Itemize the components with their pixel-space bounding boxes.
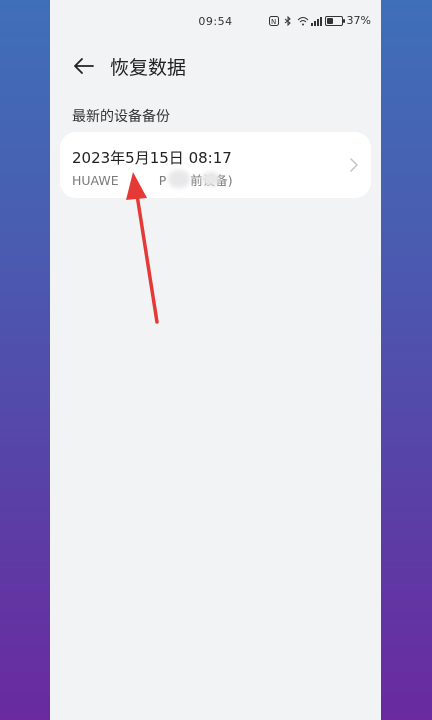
wifi-icon <box>297 16 308 26</box>
back-button[interactable] <box>64 48 104 84</box>
device-name-mid: P <box>158 173 167 188</box>
phone-screen: 09:54 N 37% 恢复数据 最新的设备备份 2023年5月15日 08:1… <box>50 0 381 720</box>
backup-date: 2023年5月15日 08:17 <box>72 149 232 167</box>
page-title: 恢复数据 <box>110 56 187 79</box>
backup-list-item[interactable]: 2023年5月15日 08:17 HUAWEP前设备) <box>60 132 371 198</box>
nfc-icon: N <box>268 15 279 26</box>
redaction-blur <box>202 172 220 186</box>
redaction-blur <box>168 170 190 188</box>
status-bar: 09:54 N 37% <box>50 0 381 44</box>
page-header: 恢复数据 <box>50 48 381 84</box>
device-name-prefix: HUAWE <box>72 173 119 188</box>
signal-icon <box>310 16 322 26</box>
svg-text:N: N <box>271 18 276 26</box>
battery-icon <box>324 15 345 26</box>
status-icons: N 37% <box>268 14 371 27</box>
section-label: 最新的设备备份 <box>72 109 170 125</box>
chevron-right-icon <box>350 158 358 172</box>
back-arrow-icon <box>74 58 94 74</box>
bluetooth-icon <box>283 15 293 26</box>
battery-percent: 37% <box>346 14 371 27</box>
